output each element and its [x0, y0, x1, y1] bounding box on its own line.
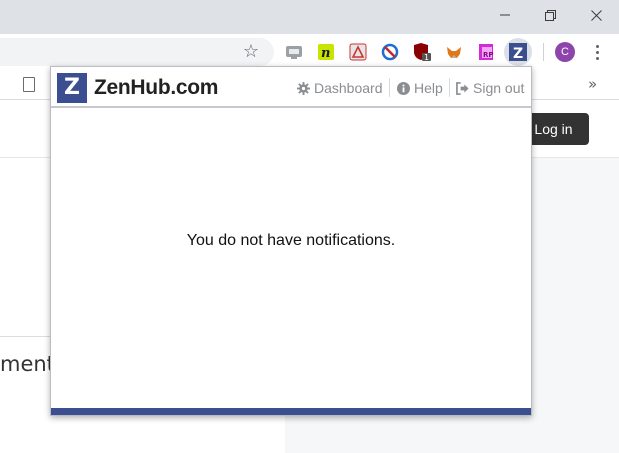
zenhub-logo-letter: Z: [64, 75, 80, 100]
signout-link[interactable]: Sign out: [456, 80, 524, 96]
brand-name[interactable]: ZenHub.com: [94, 76, 218, 100]
svg-text:RP: RP: [483, 51, 494, 59]
metamask-extension-icon[interactable]: [444, 42, 464, 62]
bookmark-document-icon[interactable]: [23, 77, 35, 92]
notifications-panel: You do not have notifications.: [51, 110, 531, 408]
restore-button[interactable]: [535, 2, 565, 28]
pdf-extension-icon[interactable]: [348, 42, 368, 62]
svg-text:n: n: [321, 46, 330, 61]
sign-out-icon: [456, 81, 469, 95]
browser-titlebar: [0, 0, 619, 34]
screen-capture-extension-icon[interactable]: [284, 42, 304, 62]
profile-avatar[interactable]: C: [555, 42, 575, 62]
close-window-button[interactable]: [581, 2, 611, 28]
svg-text:Z: Z: [513, 46, 523, 61]
block-extension-icon[interactable]: [380, 42, 400, 62]
rp-extension-icon[interactable]: RP: [476, 42, 496, 62]
ublock-extension-icon[interactable]: 1: [412, 42, 432, 62]
minimize-icon: [500, 14, 510, 16]
close-icon: [590, 9, 602, 21]
help-link[interactable]: Help: [397, 80, 443, 96]
help-link-label: Help: [414, 80, 443, 96]
nav-separator: [449, 78, 450, 97]
zenhub-popup: Z ZenHub.com Dashboard Help Sign out You…: [50, 66, 532, 416]
popup-header: Z ZenHub.com Dashboard Help Sign out: [51, 67, 531, 108]
empty-notifications-message: You do not have notifications.: [186, 232, 396, 249]
dashboard-link[interactable]: Dashboard: [297, 80, 383, 96]
page-partial-heading: ment: [0, 352, 55, 376]
browser-toolbar: ☆ n 1 RP Z C: [0, 34, 619, 70]
ublock-badge: 1: [424, 53, 429, 62]
gear-icon: [297, 81, 310, 95]
popup-footer-bar: [51, 408, 531, 415]
dashboard-link-label: Dashboard: [314, 80, 383, 96]
address-bar[interactable]: [0, 38, 274, 66]
nav-separator: [389, 78, 390, 97]
browser-menu-icon[interactable]: [590, 42, 604, 62]
restore-icon: [544, 9, 556, 21]
toolbar-separator: [543, 43, 544, 61]
zenhub-extension-icon: Z: [509, 43, 527, 61]
bookmarks-overflow-icon[interactable]: »: [588, 75, 597, 93]
zenhub-extension-button[interactable]: Z: [504, 38, 532, 66]
bookmark-star-icon[interactable]: ☆: [240, 41, 262, 63]
signout-link-label: Sign out: [473, 80, 525, 96]
notion-extension-icon[interactable]: n: [316, 42, 336, 62]
zenhub-logo[interactable]: Z: [57, 73, 87, 103]
minimize-button[interactable]: [490, 2, 520, 28]
info-icon: [397, 81, 410, 95]
